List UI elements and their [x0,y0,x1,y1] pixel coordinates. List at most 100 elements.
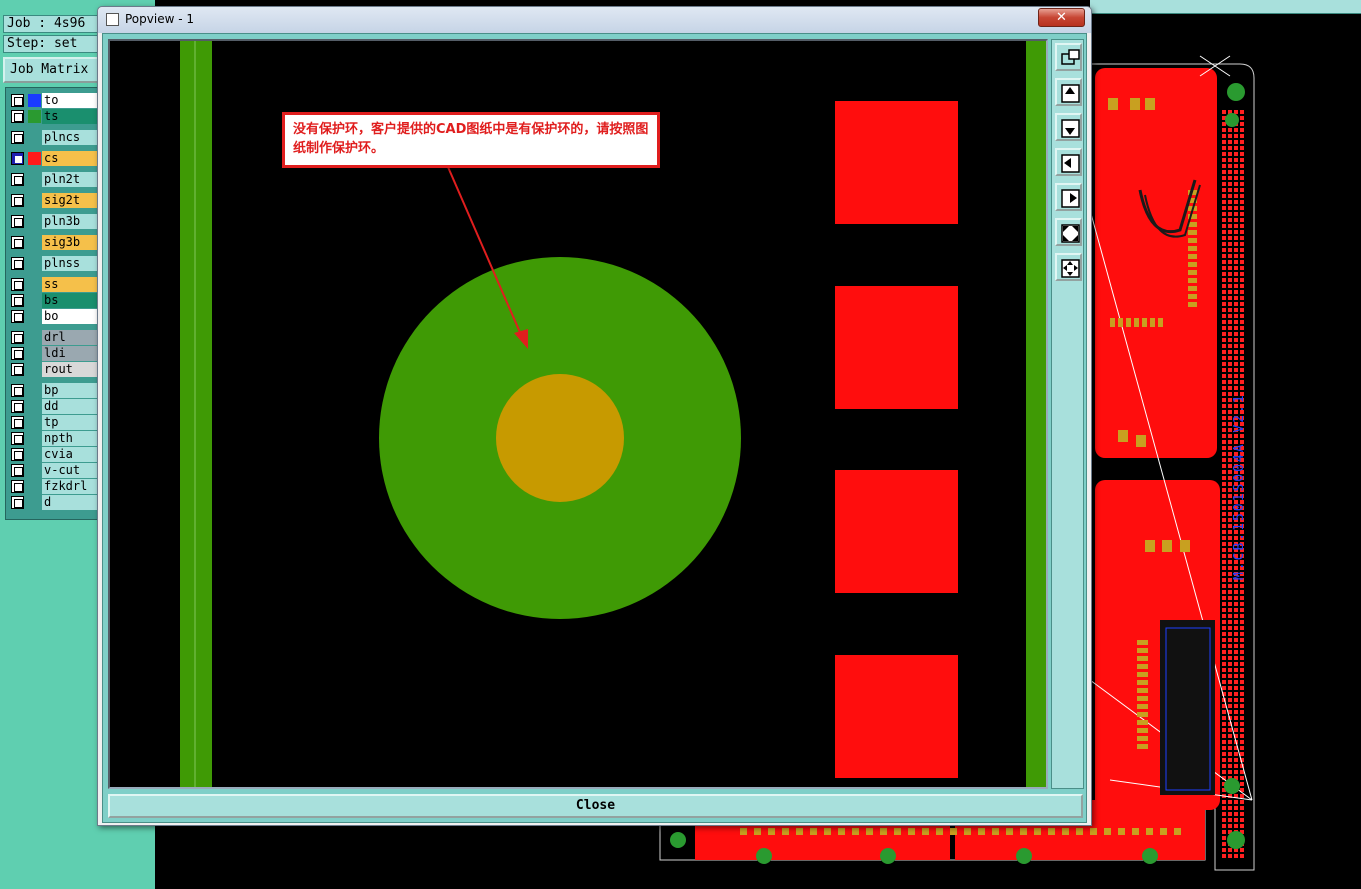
layer-checkbox[interactable] [11,363,24,376]
graphic-view-canvas[interactable]: 没有保护环，客户提供的CAD图纸中是有保护环的，请按照图纸制作保护环。 [108,39,1048,789]
job-matrix-button[interactable]: Job Matrix [3,57,99,83]
layer-row-to[interactable]: to [8,93,103,108]
layer-checkbox[interactable] [11,110,24,123]
zoom-in-button[interactable] [1055,253,1082,281]
right-ring-strip [1026,41,1046,787]
layer-name[interactable]: ts [42,109,102,124]
layer-name[interactable]: ss [42,277,102,292]
close-button[interactable]: Close [108,794,1083,818]
layer-row-plnss[interactable]: plnss [8,256,103,271]
layer-row-bp[interactable]: bp [8,383,103,398]
layer-name[interactable]: bs [42,293,102,308]
layer-checkbox[interactable] [11,448,24,461]
layer-row-cvia[interactable]: cvia [8,447,103,462]
pan-up-icon [1061,84,1080,103]
layer-checkbox[interactable] [11,131,24,144]
layer-checkbox[interactable] [11,152,24,165]
layer-row-npth[interactable]: npth [8,431,103,446]
layer-row-d[interactable]: d [8,495,103,510]
layer-checkbox[interactable] [11,480,24,493]
title-bar[interactable]: Popview - 1 ✕ [98,7,1091,33]
layer-name[interactable]: dd [42,399,102,414]
layer-name[interactable]: cs [42,151,102,166]
board-silkscreen-text: M.CB.1501S004A V2.1 [1232,393,1247,580]
layer-name[interactable]: v-cut [42,463,102,478]
layer-checkbox[interactable] [11,432,24,445]
pan-right-icon [1061,189,1080,208]
layer-color-swatch [28,94,41,107]
layer-row-plncs[interactable]: plncs [8,130,103,145]
layer-checkbox[interactable] [11,331,24,344]
close-window-button[interactable]: ✕ [1038,8,1085,27]
drill-pad [496,374,624,502]
layer-row-rout[interactable]: rout [8,362,103,377]
layer-name[interactable]: to [42,93,102,108]
layer-row-ss[interactable]: ss [8,277,103,292]
layer-row-bo[interactable]: bo [8,309,103,324]
layer-list: to ts plncs cs pln2t sig2t pln3b sig3b plnss ss bs… [5,87,102,520]
layer-name[interactable]: plncs [42,130,102,145]
layer-checkbox[interactable] [11,310,24,323]
zoom-out-button[interactable] [1055,218,1082,246]
left-strip-line [194,41,196,787]
layer-checkbox[interactable] [11,257,24,270]
layer-row-sig3b[interactable]: sig3b [8,235,103,250]
copper-pad-2 [835,286,958,409]
layer-row-dd[interactable]: dd [8,399,103,414]
layer-row-tp[interactable]: tp [8,415,103,430]
pan-right-button[interactable] [1055,183,1082,211]
layer-row-drl[interactable]: drl [8,330,103,345]
layer-checkbox[interactable] [11,236,24,249]
layer-name[interactable]: npth [42,431,102,446]
layer-name[interactable]: bo [42,309,102,324]
layer-checkbox[interactable] [11,194,24,207]
layer-checkbox[interactable] [11,496,24,509]
layer-row-ldi[interactable]: ldi [8,346,103,361]
layer-row-pln2t[interactable]: pln2t [8,172,103,187]
layer-checkbox[interactable] [11,464,24,477]
layer-name[interactable]: fzkdrl [42,479,102,494]
layer-checkbox[interactable] [11,173,24,186]
layer-row-bs[interactable]: bs [8,293,103,308]
layer-checkbox[interactable] [11,347,24,360]
layer-row-pln3b[interactable]: pln3b [8,214,103,229]
layer-checkbox[interactable] [11,294,24,307]
layer-row-fzkdrl[interactable]: fzkdrl [8,479,103,494]
copper-pad-3 [835,470,958,593]
app-top-strip [1090,0,1361,14]
pan-up-button[interactable] [1055,78,1082,106]
layer-name[interactable]: pln3b [42,214,102,229]
layer-name[interactable]: pln2t [42,172,102,187]
layer-checkbox[interactable] [11,400,24,413]
layer-row-sig2t[interactable]: sig2t [8,193,103,208]
layer-checkbox[interactable] [11,215,24,228]
view-toolbar [1051,39,1084,789]
pan-left-button[interactable] [1055,148,1082,176]
layer-checkbox[interactable] [11,94,24,107]
layer-row-v-cut[interactable]: v-cut [8,463,103,478]
window-app-icon [106,13,119,26]
layer-checkbox[interactable] [11,416,24,429]
zoom-box-button[interactable] [1055,43,1082,71]
layer-checkbox[interactable] [11,278,24,291]
layer-row-cs[interactable]: cs [8,151,103,166]
layer-checkbox[interactable] [11,384,24,397]
zoom-in-icon [1061,259,1080,278]
layer-name[interactable]: d [42,495,102,510]
pan-down-button[interactable] [1055,113,1082,141]
layer-name[interactable]: plnss [42,256,102,271]
zoom-box-icon [1061,49,1080,65]
copper-pad-4 [835,655,958,778]
layer-row-ts[interactable]: ts [8,109,103,124]
layer-name[interactable]: sig3b [42,235,102,250]
layer-name[interactable]: rout [42,362,102,377]
layer-name[interactable]: cvia [42,447,102,462]
pan-down-icon [1061,119,1080,138]
layer-color-swatch [28,152,41,165]
layer-name[interactable]: drl [42,330,102,345]
job-field: Job : 4s96 [3,15,99,33]
layer-name[interactable]: tp [42,415,102,430]
layer-name[interactable]: ldi [42,346,102,361]
layer-name[interactable]: sig2t [42,193,102,208]
layer-name[interactable]: bp [42,383,102,398]
